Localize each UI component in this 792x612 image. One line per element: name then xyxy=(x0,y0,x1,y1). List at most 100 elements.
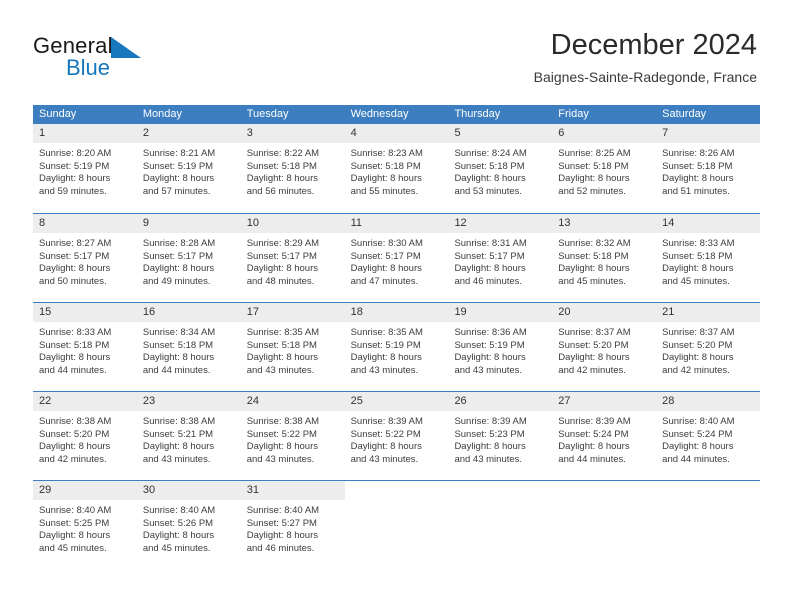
sunset-text: Sunset: 5:20 PM xyxy=(39,428,110,440)
day-cell[interactable]: 20 Sunrise: 8:37 AM Sunset: 5:20 PM Dayligh… xyxy=(552,303,657,391)
day-cell[interactable]: 21 Sunrise: 8:37 AM Sunset: 5:20 PM Dayligh… xyxy=(656,303,761,391)
day-cell[interactable]: 6 Sunrise: 8:25 AM Sunset: 5:18 PM Daylight… xyxy=(552,124,657,213)
day-cell[interactable]: 29 Sunrise: 8:40 AM Sunset: 5:25 PM Dayligh… xyxy=(33,481,137,569)
day-cell[interactable]: 23 Sunrise: 8:38 AM Sunset: 5:21 PM Dayligh… xyxy=(136,392,241,480)
day-number-band: 18 xyxy=(344,303,449,322)
day-number: 13 xyxy=(558,217,571,229)
day-cell[interactable]: 5 Sunrise: 8:24 AM Sunset: 5:18 PM Daylight… xyxy=(448,124,553,213)
day-details: Sunrise: 8:40 AM Sunset: 5:26 PM Daylight:… xyxy=(137,500,241,555)
day-cell[interactable]: 4 Sunrise: 8:23 AM Sunset: 5:18 PM Daylight… xyxy=(344,124,449,213)
daylight-text-line1: Daylight: 8 hours xyxy=(39,530,111,542)
logo-text-blue: Blue xyxy=(66,55,111,80)
day-cell[interactable]: 22 Sunrise: 8:38 AM Sunset: 5:20 PM Dayligh… xyxy=(33,392,137,480)
day-details: Sunrise: 8:39 AM Sunset: 5:22 PM Daylight:… xyxy=(345,411,449,466)
day-details: Sunrise: 8:26 AM Sunset: 5:18 PM Daylight:… xyxy=(656,143,760,198)
weekday-header-thursday: Thursday xyxy=(454,108,501,120)
calendar-week-row: 8 Sunrise: 8:27 AM Sunset: 5:17 PM Daylight… xyxy=(33,213,761,302)
daylight-text-line1: Daylight: 8 hours xyxy=(142,530,215,542)
sunset-text: Sunset: 5:18 PM xyxy=(39,339,110,351)
day-cell[interactable]: 25 Sunrise: 8:39 AM Sunset: 5:22 PM Dayligh… xyxy=(344,392,449,480)
day-cell[interactable]: 30 Sunrise: 8:40 AM Sunset: 5:26 PM Dayligh… xyxy=(136,481,241,569)
day-details: Sunrise: 8:30 AM Sunset: 5:17 PM Daylight:… xyxy=(345,233,449,288)
sunset-text: Sunset: 5:18 PM xyxy=(662,250,733,262)
day-cell[interactable]: 18 Sunrise: 8:35 AM Sunset: 5:19 PM Dayligh… xyxy=(344,303,449,391)
daylight-text-line2: and 43 minutes. xyxy=(454,364,523,376)
sunset-text: Sunset: 5:18 PM xyxy=(558,250,629,262)
day-cell[interactable]: 11 Sunrise: 8:30 AM Sunset: 5:17 PM Dayligh… xyxy=(344,214,449,302)
daylight-text-line1: Daylight: 8 hours xyxy=(558,441,630,453)
day-cell[interactable]: 28 Sunrise: 8:40 AM Sunset: 5:24 PM Dayligh… xyxy=(656,392,761,480)
day-cell[interactable]: 17 Sunrise: 8:35 AM Sunset: 5:18 PM Dayligh… xyxy=(240,303,345,391)
daylight-text-line1: Daylight: 8 hours xyxy=(142,441,215,453)
sunset-text: Sunset: 5:23 PM xyxy=(454,428,525,440)
daylight-text-line1: Daylight: 8 hours xyxy=(454,263,526,275)
day-number: 9 xyxy=(142,217,149,229)
day-cell[interactable]: 14 Sunrise: 8:33 AM Sunset: 5:18 PM Dayligh… xyxy=(656,214,761,302)
day-cell[interactable]: 2 Sunrise: 8:21 AM Sunset: 5:19 PM Daylight… xyxy=(136,124,241,213)
sunrise-text: Sunrise: 8:35 AM xyxy=(350,327,423,338)
day-cell[interactable]: 19 Sunrise: 8:36 AM Sunset: 5:19 PM Dayligh… xyxy=(448,303,553,391)
day-cell[interactable]: 3 Sunrise: 8:22 AM Sunset: 5:18 PM Daylight… xyxy=(240,124,345,213)
day-cell[interactable]: 24 Sunrise: 8:38 AM Sunset: 5:22 PM Dayligh… xyxy=(240,392,345,480)
daylight-text-line2: and 43 minutes. xyxy=(246,453,315,465)
day-cell[interactable]: 26 Sunrise: 8:39 AM Sunset: 5:23 PM Dayligh… xyxy=(448,392,553,480)
day-number-band: 29 xyxy=(33,481,137,500)
day-details: Sunrise: 8:36 AM Sunset: 5:19 PM Daylight:… xyxy=(448,322,552,377)
sunrise-text: Sunrise: 8:29 AM xyxy=(246,238,320,249)
day-cell[interactable]: 10 Sunrise: 8:29 AM Sunset: 5:17 PM Dayligh… xyxy=(240,214,345,302)
daylight-text-line1: Daylight: 8 hours xyxy=(454,173,526,185)
day-details: Sunrise: 8:24 AM Sunset: 5:18 PM Daylight:… xyxy=(448,143,552,198)
sunrise-text: Sunrise: 8:36 AM xyxy=(454,327,527,338)
day-number: 1 xyxy=(39,127,46,139)
day-number-band: 19 xyxy=(448,303,553,322)
daylight-text-line2: and 46 minutes. xyxy=(246,542,315,554)
sunset-text: Sunset: 5:20 PM xyxy=(558,339,629,351)
calendar-week-row: 1 Sunrise: 8:20 AM Sunset: 5:19 PM Daylight… xyxy=(33,124,761,213)
day-cell[interactable]: 13 Sunrise: 8:32 AM Sunset: 5:18 PM Dayligh… xyxy=(552,214,657,302)
weekday-header-row: Sunday Monday Tuesday Wednesday Thursday… xyxy=(33,105,760,124)
day-number: 29 xyxy=(39,484,52,496)
daylight-text-line2: and 42 minutes. xyxy=(662,364,730,376)
daylight-text-line2: and 56 minutes. xyxy=(246,185,315,197)
day-cell[interactable]: 7 Sunrise: 8:26 AM Sunset: 5:18 PM Daylight… xyxy=(656,124,761,213)
daylight-text-line1: Daylight: 8 hours xyxy=(558,173,630,185)
daylight-text-line1: Daylight: 8 hours xyxy=(39,352,111,364)
day-cell-empty xyxy=(656,481,760,569)
daylight-text-line1: Daylight: 8 hours xyxy=(142,263,215,275)
day-number-band: 6 xyxy=(552,124,657,143)
weekday-header-wednesday: Wednesday xyxy=(350,108,409,120)
day-cell[interactable]: 8 Sunrise: 8:27 AM Sunset: 5:17 PM Daylight… xyxy=(33,214,137,302)
day-cell[interactable]: 1 Sunrise: 8:20 AM Sunset: 5:19 PM Daylight… xyxy=(33,124,137,213)
day-cell[interactable]: 12 Sunrise: 8:31 AM Sunset: 5:17 PM Dayligh… xyxy=(448,214,553,302)
sunset-text: Sunset: 5:17 PM xyxy=(39,250,110,262)
day-number: 15 xyxy=(39,306,52,318)
day-number: 28 xyxy=(662,395,675,407)
day-cell[interactable]: 27 Sunrise: 8:39 AM Sunset: 5:24 PM Dayligh… xyxy=(552,392,657,480)
daylight-text-line2: and 42 minutes. xyxy=(558,364,626,376)
day-cell[interactable]: 9 Sunrise: 8:28 AM Sunset: 5:17 PM Daylight… xyxy=(136,214,241,302)
sunrise-text: Sunrise: 8:38 AM xyxy=(142,416,216,427)
calendar-week-row: 15 Sunrise: 8:33 AM Sunset: 5:18 PM Dayligh… xyxy=(33,302,761,391)
sunset-text: Sunset: 5:18 PM xyxy=(662,160,733,172)
day-details: Sunrise: 8:21 AM Sunset: 5:19 PM Daylight:… xyxy=(137,143,241,198)
day-number-band: 15 xyxy=(33,303,137,322)
day-number-band xyxy=(345,481,449,500)
daylight-text-line2: and 50 minutes. xyxy=(39,275,107,287)
day-details: Sunrise: 8:37 AM Sunset: 5:20 PM Daylight:… xyxy=(656,322,760,377)
sunrise-text: Sunrise: 8:35 AM xyxy=(246,327,320,338)
day-details: Sunrise: 8:40 AM Sunset: 5:24 PM Daylight:… xyxy=(656,411,760,466)
daylight-text-line1: Daylight: 8 hours xyxy=(246,530,319,542)
day-number: 19 xyxy=(454,306,467,318)
day-number: 6 xyxy=(558,127,565,139)
weekday-header-saturday: Saturday xyxy=(662,108,707,120)
day-cell-empty xyxy=(552,481,656,569)
sunset-text: Sunset: 5:25 PM xyxy=(39,517,110,529)
day-number-band: 3 xyxy=(240,124,345,143)
weekday-header-friday: Friday xyxy=(558,108,589,120)
day-cell[interactable]: 31 Sunrise: 8:40 AM Sunset: 5:27 PM Dayligh… xyxy=(240,481,345,569)
day-number-band: 25 xyxy=(344,392,449,411)
day-cell[interactable]: 16 Sunrise: 8:34 AM Sunset: 5:18 PM Dayligh… xyxy=(136,303,241,391)
day-number-band: 7 xyxy=(656,124,761,143)
daylight-text-line1: Daylight: 8 hours xyxy=(246,352,319,364)
day-cell[interactable]: 15 Sunrise: 8:33 AM Sunset: 5:18 PM Dayligh… xyxy=(33,303,137,391)
